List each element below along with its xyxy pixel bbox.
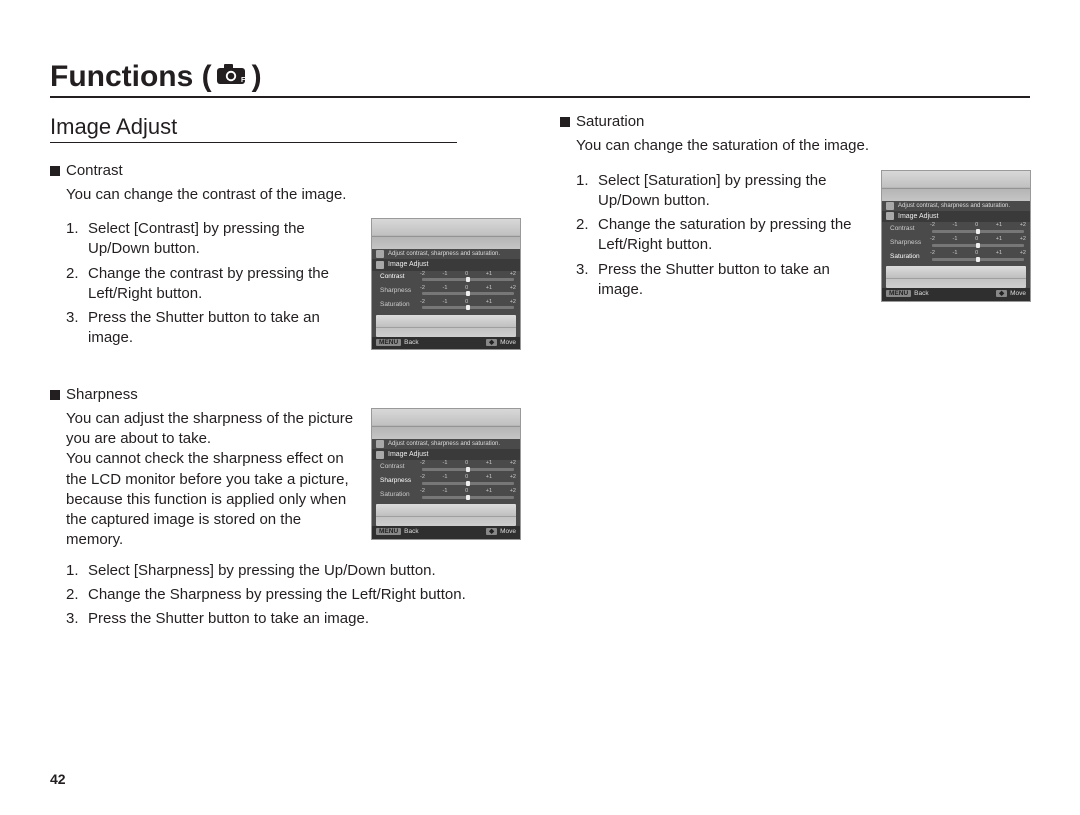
contrast-step-3: Press the Shutter button to take an imag… xyxy=(88,308,358,349)
sharpness-step-3: Press the Shutter button to take an imag… xyxy=(88,609,369,629)
sharpness-block: Sharpness You can adjust the sharpness o… xyxy=(50,385,520,630)
contrast-desc: You can change the contrast of the image… xyxy=(66,185,520,205)
saturation-title: Saturation xyxy=(576,112,644,132)
saturation-step-3: Press the Shutter button to take an imag… xyxy=(598,260,868,301)
camera-icon: Fn xyxy=(216,60,248,94)
saturation-step-2: Change the saturation by pressing the Le… xyxy=(598,215,868,256)
square-bullet-icon xyxy=(560,117,570,127)
contrast-step-1: Select [Contrast] by pressing the Up/Dow… xyxy=(88,219,358,260)
sharpness-desc: You can adjust the sharpness of the pict… xyxy=(66,409,520,551)
sharpness-step-2: Change the Sharpness by pressing the Lef… xyxy=(88,585,466,605)
sharpness-steps: 1.Select [Sharpness] by pressing the Up/… xyxy=(66,561,520,630)
section-title: Image Adjust xyxy=(50,112,457,143)
sharpness-title: Sharpness xyxy=(66,385,138,405)
svg-text:Fn: Fn xyxy=(241,77,248,84)
contrast-steps: 1.Select [Contrast] by pressing the Up/D… xyxy=(66,219,358,353)
contrast-title: Contrast xyxy=(66,161,123,181)
saturation-steps: 1.Select [Saturation] by pressing the Up… xyxy=(576,171,868,305)
lcd-sharpness: Adjust contrast, sharpness and saturatio… xyxy=(372,409,520,539)
lcd-saturation: Adjust contrast, sharpness and saturatio… xyxy=(882,171,1030,301)
square-bullet-icon xyxy=(50,166,60,176)
sharpness-note: You cannot check the sharpness effect on… xyxy=(66,449,358,550)
saturation-block: Saturation You can change the saturation… xyxy=(560,112,1030,304)
saturation-desc: You can change the saturation of the ima… xyxy=(576,136,1030,156)
square-bullet-icon xyxy=(50,390,60,400)
saturation-step-1: Select [Saturation] by pressing the Up/D… xyxy=(598,171,868,212)
lcd-contrast: Adjust contrast, sharpness and saturatio… xyxy=(372,219,520,349)
page-number: 42 xyxy=(50,771,66,787)
chapter-title: Functions ( Fn ) xyxy=(50,60,262,96)
chapter-title-suffix: ) xyxy=(252,60,262,94)
sharpness-desc-text: You can adjust the sharpness of the pict… xyxy=(66,409,358,450)
contrast-block: Contrast You can change the contrast of … xyxy=(50,161,520,353)
contrast-step-2: Change the contrast by pressing the Left… xyxy=(88,264,358,305)
chapter-title-prefix: Functions ( xyxy=(50,60,212,94)
sharpness-step-1: Select [Sharpness] by pressing the Up/Do… xyxy=(88,561,436,581)
